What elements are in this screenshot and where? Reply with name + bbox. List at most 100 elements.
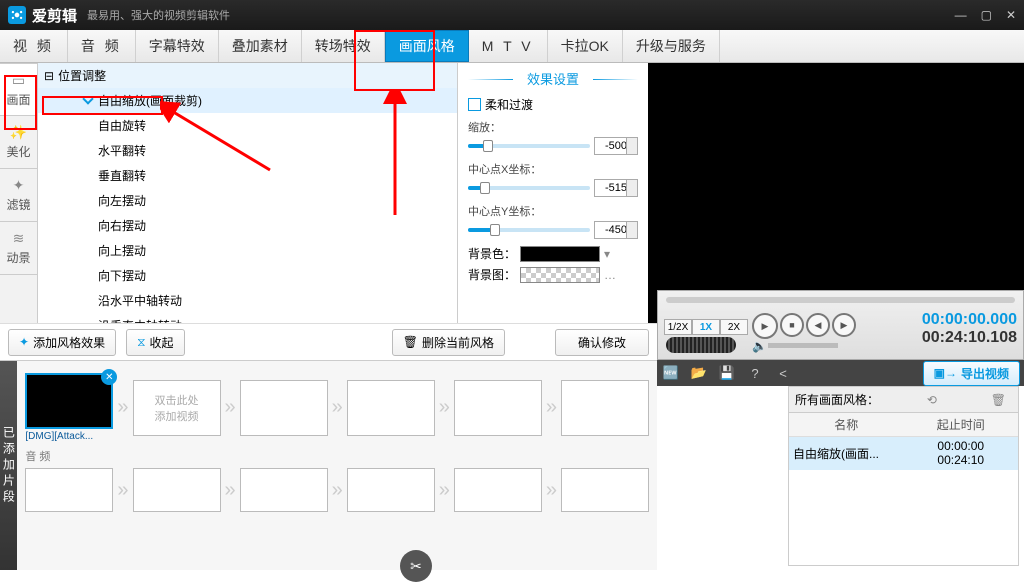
bgcolor-more-button[interactable]: ▾ xyxy=(604,247,610,261)
titlebar: 爱剪辑 最易用、强大的视频剪辑软件 — ▢ ✕ xyxy=(0,0,1024,30)
stop-button[interactable]: ■ xyxy=(780,313,804,337)
prev-button[interactable]: ◀ xyxy=(806,313,830,337)
trash-icon[interactable]: 🗑 xyxy=(991,393,1006,407)
tree-header[interactable]: ⊟位置调整 xyxy=(38,63,457,88)
tree-item-rotaxv[interactable]: 沿垂直中轴转动 xyxy=(38,313,457,323)
tree-item-freezoom[interactable]: 自由缩放(画面裁剪) xyxy=(38,88,457,113)
tab-transition[interactable]: 转场特效 xyxy=(302,30,385,62)
cy-slider[interactable] xyxy=(468,228,590,232)
help-button[interactable]: ? xyxy=(741,366,769,381)
clip-1-name: [DMG][Attack... xyxy=(25,431,113,442)
tab-overlay[interactable]: 叠加素材 xyxy=(219,30,302,62)
bgimg-swatch[interactable] xyxy=(520,267,600,283)
audio-clip-empty[interactable] xyxy=(133,468,221,512)
new-button[interactable]: 🆕 xyxy=(657,365,685,381)
delete-style-button[interactable]: 🗑删除当前风格 xyxy=(392,329,505,356)
tab-karaoke[interactable]: 卡拉OK xyxy=(548,30,623,62)
audio-clip-empty[interactable] xyxy=(454,468,542,512)
tree-item-vflip[interactable]: 垂直翻转 xyxy=(38,163,457,188)
tab-upgrade[interactable]: 升级与服务 xyxy=(623,30,720,62)
save-button[interactable]: 💾 xyxy=(713,365,741,381)
bgimg-browse-button[interactable]: … xyxy=(604,268,616,282)
wave-icon: ≋ xyxy=(13,230,25,247)
chevron-icon: » xyxy=(439,396,450,419)
play-button[interactable]: ▶ xyxy=(752,313,778,339)
minimize-button[interactable]: — xyxy=(955,8,967,22)
cx-value[interactable]: -515 xyxy=(594,179,638,197)
row-name: 自由缩放(画面... xyxy=(789,437,904,470)
trash-icon: 🗑 xyxy=(403,335,418,349)
applied-styles-pane: 所有画面风格： ⟲ 🗑 名称起止时间 自由缩放(画面... 00:00:0000:2… xyxy=(788,386,1019,566)
tree-item-swingu[interactable]: 向上摆动 xyxy=(38,238,457,263)
audio-clip-empty[interactable] xyxy=(347,468,435,512)
volume-icon[interactable]: 🔈 xyxy=(752,339,767,353)
next-button[interactable]: ▶ xyxy=(832,313,856,337)
tc-current: 00:00:00.000 xyxy=(922,311,1017,329)
sidetab-scene[interactable]: ≋动景 xyxy=(0,222,37,275)
clip-remove-icon[interactable]: ✕ xyxy=(101,369,117,385)
tree-item-swingl[interactable]: 向左摆动 xyxy=(38,188,457,213)
timeline: 已添加片段 ✕[DMG][Attack... » 双击此处 添加视频 » » »… xyxy=(0,360,657,570)
confirm-button[interactable]: 确认修改 xyxy=(555,329,649,356)
soft-transition-checkbox[interactable]: 柔和过渡 xyxy=(468,96,638,113)
export-icon: ▣→ xyxy=(934,366,957,380)
close-button[interactable]: ✕ xyxy=(1006,8,1016,22)
cy-value[interactable]: -450 xyxy=(594,221,638,239)
sidetab-filter[interactable]: ✦滤镜 xyxy=(0,169,37,222)
clip-1[interactable]: ✕ xyxy=(25,373,113,429)
chevron-icon: » xyxy=(439,479,450,502)
chevron-icon: » xyxy=(225,396,236,419)
volume-slider[interactable] xyxy=(768,343,838,348)
clip-empty[interactable] xyxy=(454,380,542,436)
seek-track[interactable] xyxy=(666,297,1015,303)
cut-button[interactable]: ✂ xyxy=(400,550,432,582)
col-name: 名称 xyxy=(789,413,904,436)
jog-wheel[interactable] xyxy=(666,337,736,353)
sidetab-beauty[interactable]: ✨美化 xyxy=(0,116,37,169)
clip-empty[interactable] xyxy=(561,380,649,436)
speed-1x[interactable]: 1X xyxy=(692,319,720,335)
hourglass-icon: ⧖ xyxy=(137,335,145,350)
zoom-slider[interactable] xyxy=(468,144,590,148)
clip-placeholder[interactable]: 双击此处 添加视频 xyxy=(133,380,221,436)
zoom-label: 缩放： xyxy=(468,119,638,135)
refresh-icon[interactable]: ⟲ xyxy=(927,393,937,407)
tree-item-freerotate[interactable]: 自由旋转 xyxy=(38,113,457,138)
tree-item-swingd[interactable]: 向下摆动 xyxy=(38,263,457,288)
tab-mtv[interactable]: M T V xyxy=(469,30,548,62)
sidetab-frame[interactable]: ▭画面 xyxy=(0,63,37,116)
maximize-button[interactable]: ▢ xyxy=(981,8,992,22)
wand-icon: ✨ xyxy=(10,124,27,141)
col-time: 起止时间 xyxy=(904,413,1019,436)
tab-subtitle[interactable]: 字幕特效 xyxy=(136,30,219,62)
audio-clip-empty[interactable] xyxy=(240,468,328,512)
tree-item-hflip[interactable]: 水平翻转 xyxy=(38,138,457,163)
add-style-button[interactable]: ✦添加风格效果 xyxy=(8,329,116,356)
rp-title: 所有画面风格： xyxy=(795,391,879,408)
chevron-icon: » xyxy=(546,479,557,502)
cx-slider[interactable] xyxy=(468,186,590,190)
audio-clip-empty[interactable] xyxy=(25,468,113,512)
clip-empty[interactable] xyxy=(240,380,328,436)
audio-clip-empty[interactable] xyxy=(561,468,649,512)
chevron-icon: » xyxy=(117,479,128,502)
share-button[interactable]: < xyxy=(769,366,797,381)
export-button[interactable]: ▣→导出视频 xyxy=(923,361,1020,386)
speed-2x[interactable]: 2X xyxy=(720,319,748,335)
open-button[interactable]: 📂 xyxy=(685,365,713,381)
tab-audio[interactable]: 音 频 xyxy=(68,30,136,62)
tree-item-rotaxh[interactable]: 沿水平中轴转动 xyxy=(38,288,457,313)
speed-half[interactable]: 1/2X xyxy=(664,319,692,335)
tab-video[interactable]: 视 频 xyxy=(0,30,68,62)
tree-item-swingr[interactable]: 向右摆动 xyxy=(38,213,457,238)
bgcolor-label: 背景色： xyxy=(468,245,516,262)
effect-title: 效果设置 xyxy=(468,69,638,88)
tab-style[interactable]: 画面风格 xyxy=(385,30,469,62)
zoom-value[interactable]: -500 xyxy=(594,137,638,155)
collapse-button[interactable]: ⧖收起 xyxy=(126,329,184,356)
bgcolor-swatch[interactable] xyxy=(520,246,600,262)
clip-empty[interactable] xyxy=(347,380,435,436)
audio-row-label: 音 频 xyxy=(25,448,649,464)
style-row[interactable]: 自由缩放(画面... 00:00:0000:24:10 xyxy=(789,437,1018,470)
tc-total: 00:24:10.108 xyxy=(922,329,1017,347)
